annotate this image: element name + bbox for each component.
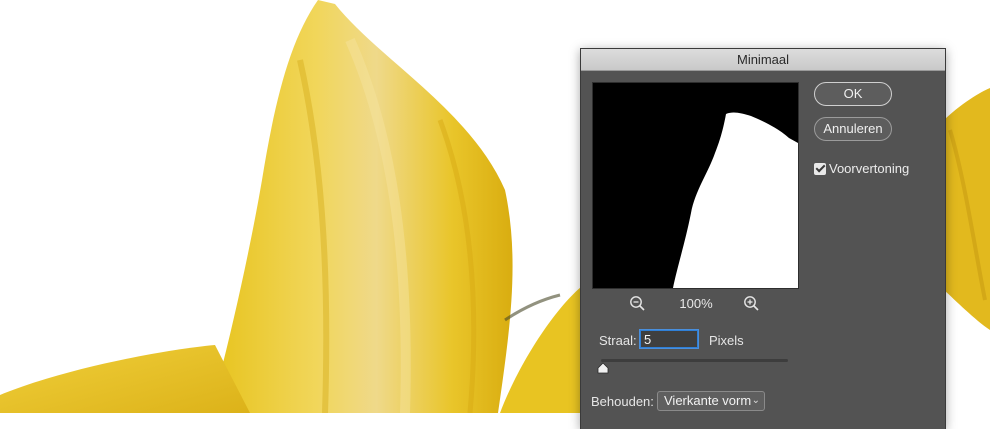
preview-checkbox[interactable] — [814, 162, 826, 175]
zoom-controls: 100% — [592, 294, 799, 314]
radius-slider-thumb[interactable] — [597, 362, 609, 374]
radius-label: Straal: — [599, 333, 637, 348]
preview-toggle[interactable]: Voorvertoning — [814, 160, 909, 176]
preview-mask-image — [593, 83, 798, 288]
filter-preview[interactable] — [592, 82, 799, 289]
zoom-level: 100% — [679, 296, 713, 311]
cancel-button[interactable]: Annuleren — [814, 117, 892, 141]
preserve-select[interactable]: Vierkante vorm ⌄ — [657, 391, 765, 411]
chevron-down-icon: ⌄ — [751, 395, 760, 406]
ok-button[interactable]: OK — [814, 82, 892, 106]
zoom-in-icon[interactable] — [742, 294, 762, 314]
preview-checkbox-label: Voorvertoning — [829, 161, 910, 177]
zoom-out-icon[interactable] — [628, 294, 648, 314]
radius-input[interactable] — [640, 330, 698, 348]
radius-unit-label: Pixels — [709, 333, 744, 348]
dialog-title[interactable]: Minimaal — [581, 49, 945, 71]
preserve-label: Behouden: — [591, 394, 654, 409]
radius-slider-track[interactable] — [601, 359, 788, 362]
minimum-filter-dialog: Minimaal 100% OK Annuleren Voorvertoning… — [580, 48, 946, 429]
preserve-select-value: Vierkante vorm — [664, 393, 752, 408]
